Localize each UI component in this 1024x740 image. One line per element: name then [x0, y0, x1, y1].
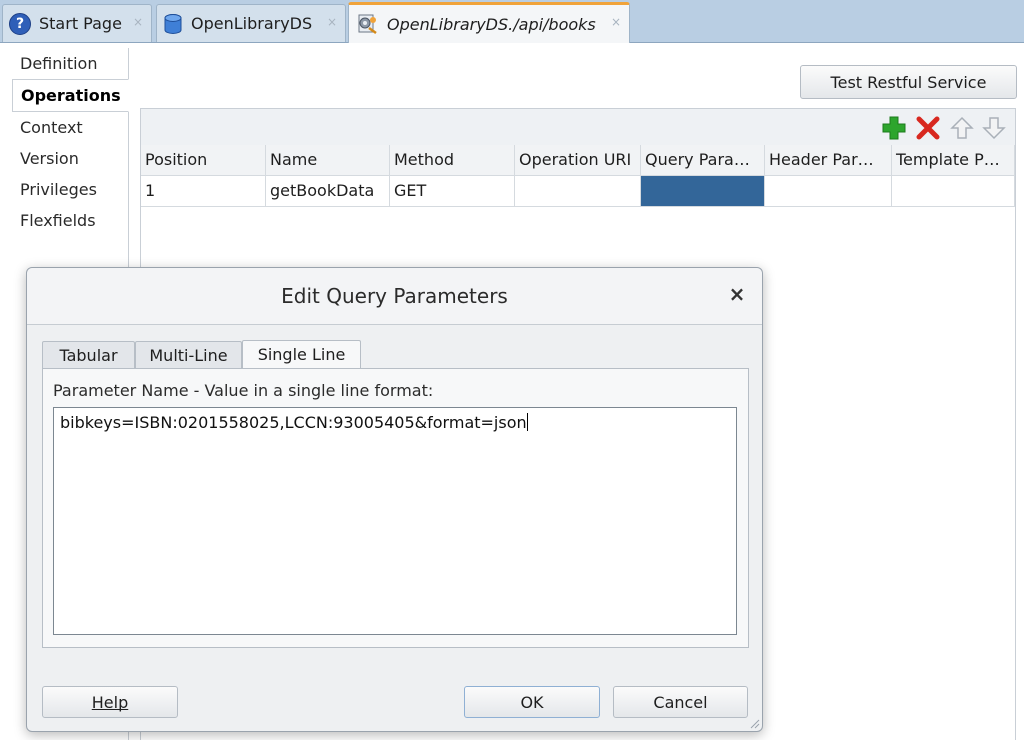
tab-label: Start Page: [39, 14, 122, 33]
parameter-format-label: Parameter Name - Value in a single line …: [53, 381, 434, 400]
tab-api-books[interactable]: OpenLibraryDS./api/books ×: [348, 2, 630, 43]
cell-query-params-selected[interactable]: [641, 176, 765, 207]
column-header-operation-uri[interactable]: Operation URI: [515, 145, 641, 176]
nav-item-flexfields[interactable]: Flexfields: [12, 205, 128, 236]
close-icon[interactable]: ×: [133, 15, 143, 29]
help-button-label: Help: [91, 692, 129, 712]
column-header-position[interactable]: Position: [141, 145, 266, 176]
tab-tabular[interactable]: Tabular: [42, 341, 135, 369]
cell-position[interactable]: 1: [141, 176, 266, 207]
close-icon[interactable]: ×: [726, 283, 748, 305]
tab-start-page[interactable]: ? Start Page ×: [2, 4, 152, 42]
column-header-method[interactable]: Method: [390, 145, 515, 176]
rest-service-icon: [358, 14, 377, 35]
cell-operation-uri[interactable]: [515, 176, 641, 207]
add-icon[interactable]: [881, 115, 907, 141]
move-down-icon[interactable]: [981, 115, 1007, 141]
help-icon: ?: [9, 12, 31, 35]
nav-item-version[interactable]: Version: [12, 143, 128, 174]
cell-header-params[interactable]: [765, 176, 892, 207]
nav-item-definition[interactable]: Definition: [12, 48, 128, 79]
cell-template-params[interactable]: [892, 176, 1015, 207]
column-header-name[interactable]: Name: [266, 145, 390, 176]
column-header-template-params[interactable]: Template P…: [892, 145, 1015, 176]
test-restful-service-button[interactable]: Test Restful Service: [800, 65, 1017, 99]
text-cursor: [526, 413, 528, 431]
database-icon: [164, 13, 182, 34]
ok-button[interactable]: OK: [464, 686, 600, 718]
single-line-tab-panel: Parameter Name - Value in a single line …: [42, 368, 749, 648]
close-icon[interactable]: ×: [611, 15, 621, 29]
tab-label: OpenLibraryDS./api/books: [387, 14, 596, 34]
cancel-button[interactable]: Cancel: [613, 686, 748, 718]
column-header-header-params[interactable]: Header Par…: [765, 145, 892, 176]
delete-icon[interactable]: [915, 115, 941, 141]
operations-toolbar: [141, 109, 1015, 145]
move-up-icon[interactable]: [949, 115, 975, 141]
cell-name[interactable]: getBookData: [266, 176, 390, 207]
edit-query-parameters-dialog: Edit Query Parameters × Tabular Multi-Li…: [26, 267, 763, 732]
tab-label: OpenLibraryDS: [191, 14, 313, 33]
close-icon[interactable]: ×: [327, 15, 337, 29]
parameter-text-area[interactable]: bibkeys=ISBN:0201558025,LCCN:93005405&fo…: [53, 407, 737, 635]
dialog-title: Edit Query Parameters: [27, 268, 762, 325]
nav-item-privileges[interactable]: Privileges: [12, 174, 128, 205]
tab-openlibraryds[interactable]: OpenLibraryDS ×: [156, 4, 346, 42]
resize-grip-icon[interactable]: [748, 717, 760, 729]
column-header-query-params[interactable]: Query Para…: [641, 145, 765, 176]
help-button[interactable]: Help: [42, 686, 178, 718]
document-tab-bar: ? Start Page × OpenLibraryDS × OpenLibra…: [0, 0, 1024, 43]
tab-multi-line[interactable]: Multi-Line: [135, 341, 242, 369]
nav-item-operations[interactable]: Operations: [12, 79, 129, 112]
parameter-value: bibkeys=ISBN:0201558025,LCCN:93005405&fo…: [60, 413, 527, 432]
tab-single-line[interactable]: Single Line: [242, 340, 361, 370]
cell-method[interactable]: GET: [390, 176, 515, 207]
nav-item-context[interactable]: Context: [12, 112, 128, 143]
